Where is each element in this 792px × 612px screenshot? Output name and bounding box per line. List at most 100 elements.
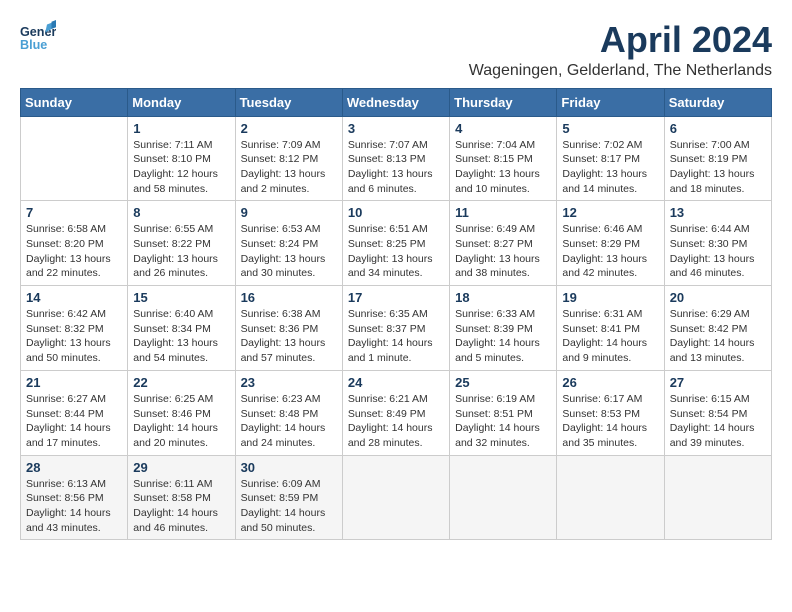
calendar-cell bbox=[557, 455, 664, 540]
day-info: Sunrise: 7:07 AMSunset: 8:13 PMDaylight:… bbox=[348, 138, 444, 197]
day-number: 10 bbox=[348, 205, 444, 220]
day-info: Sunrise: 7:02 AMSunset: 8:17 PMDaylight:… bbox=[562, 138, 658, 197]
day-info: Sunrise: 6:40 AMSunset: 8:34 PMDaylight:… bbox=[133, 307, 229, 366]
day-info: Sunrise: 6:17 AMSunset: 8:53 PMDaylight:… bbox=[562, 392, 658, 451]
day-info: Sunrise: 6:42 AMSunset: 8:32 PMDaylight:… bbox=[26, 307, 122, 366]
page-header: General Blue April 2024 Wageningen, Geld… bbox=[20, 20, 772, 80]
calendar-cell: 18 Sunrise: 6:33 AMSunset: 8:39 PMDayligh… bbox=[450, 286, 557, 371]
calendar-cell: 20Sunrise: 6:29 AMSunset: 8:42 PMDayligh… bbox=[664, 286, 771, 371]
calendar-cell: 11Sunrise: 6:49 AMSunset: 8:27 PMDayligh… bbox=[450, 201, 557, 286]
day-info: Sunrise: 6:55 AMSunset: 8:22 PMDaylight:… bbox=[133, 222, 229, 281]
day-info: Sunrise: 7:00 AMSunset: 8:19 PMDaylight:… bbox=[670, 138, 766, 197]
calendar-cell: 25 Sunrise: 6:19 AMSunset: 8:51 PMDayligh… bbox=[450, 370, 557, 455]
calendar-week-row: 28 Sunrise: 6:13 AMSunset: 8:56 PMDayligh… bbox=[21, 455, 772, 540]
day-info: Sunrise: 6:21 AMSunset: 8:49 PMDaylight:… bbox=[348, 392, 444, 451]
logo: General Blue bbox=[20, 20, 56, 56]
day-number: 9 bbox=[241, 205, 337, 220]
day-number: 23 bbox=[241, 375, 337, 390]
day-info: Sunrise: 6:51 AMSunset: 8:25 PMDaylight:… bbox=[348, 222, 444, 281]
day-info: Sunrise: 6:33 AMSunset: 8:39 PMDaylight:… bbox=[455, 307, 551, 366]
day-number: 17 bbox=[348, 290, 444, 305]
weekday-header: Monday bbox=[128, 88, 235, 116]
calendar-cell: 7 Sunrise: 6:58 AMSunset: 8:20 PMDaylight… bbox=[21, 201, 128, 286]
calendar-cell: 17 Sunrise: 6:35 AMSunset: 8:37 PMDayligh… bbox=[342, 286, 449, 371]
day-number: 13 bbox=[670, 205, 766, 220]
day-number: 4 bbox=[455, 121, 551, 136]
day-number: 20 bbox=[670, 290, 766, 305]
calendar-cell bbox=[21, 116, 128, 201]
calendar-week-row: 21 Sunrise: 6:27 AMSunset: 8:44 PMDayligh… bbox=[21, 370, 772, 455]
day-number: 8 bbox=[133, 205, 229, 220]
calendar-cell: 8 Sunrise: 6:55 AMSunset: 8:22 PMDaylight… bbox=[128, 201, 235, 286]
month-title: April 2024 bbox=[469, 20, 772, 60]
calendar-cell: 22 Sunrise: 6:25 AMSunset: 8:46 PMDayligh… bbox=[128, 370, 235, 455]
calendar-cell: 26 Sunrise: 6:17 AMSunset: 8:53 PMDayligh… bbox=[557, 370, 664, 455]
day-info: Sunrise: 6:44 AMSunset: 8:30 PMDaylight:… bbox=[670, 222, 766, 281]
day-number: 5 bbox=[562, 121, 658, 136]
calendar-cell: 12 Sunrise: 6:46 AMSunset: 8:29 PMDayligh… bbox=[557, 201, 664, 286]
calendar-cell: 9 Sunrise: 6:53 AMSunset: 8:24 PMDaylight… bbox=[235, 201, 342, 286]
day-number: 28 bbox=[26, 460, 122, 475]
logo-icon: General Blue bbox=[20, 20, 56, 56]
day-number: 25 bbox=[455, 375, 551, 390]
calendar-cell: 30Sunrise: 6:09 AMSunset: 8:59 PMDayligh… bbox=[235, 455, 342, 540]
day-info: Sunrise: 6:46 AMSunset: 8:29 PMDaylight:… bbox=[562, 222, 658, 281]
calendar-cell: 3 Sunrise: 7:07 AMSunset: 8:13 PMDaylight… bbox=[342, 116, 449, 201]
calendar-cell: 15 Sunrise: 6:40 AMSunset: 8:34 PMDayligh… bbox=[128, 286, 235, 371]
weekday-header: Sunday bbox=[21, 88, 128, 116]
day-number: 29 bbox=[133, 460, 229, 475]
calendar-cell: 27 Sunrise: 6:15 AMSunset: 8:54 PMDayligh… bbox=[664, 370, 771, 455]
calendar-cell: 14Sunrise: 6:42 AMSunset: 8:32 PMDayligh… bbox=[21, 286, 128, 371]
day-number: 26 bbox=[562, 375, 658, 390]
calendar-cell: 19Sunrise: 6:31 AMSunset: 8:41 PMDayligh… bbox=[557, 286, 664, 371]
day-number: 1 bbox=[133, 121, 229, 136]
weekday-header: Thursday bbox=[450, 88, 557, 116]
weekday-header: Tuesday bbox=[235, 88, 342, 116]
day-number: 6 bbox=[670, 121, 766, 136]
day-info: Sunrise: 6:15 AMSunset: 8:54 PMDaylight:… bbox=[670, 392, 766, 451]
day-number: 18 bbox=[455, 290, 551, 305]
title-block: April 2024 Wageningen, Gelderland, The N… bbox=[469, 20, 772, 80]
day-number: 30 bbox=[241, 460, 337, 475]
day-info: Sunrise: 6:11 AMSunset: 8:58 PMDaylight:… bbox=[133, 477, 229, 536]
day-info: Sunrise: 6:58 AMSunset: 8:20 PMDaylight:… bbox=[26, 222, 122, 281]
calendar-cell: 13 Sunrise: 6:44 AMSunset: 8:30 PMDayligh… bbox=[664, 201, 771, 286]
day-number: 22 bbox=[133, 375, 229, 390]
day-info: Sunrise: 6:38 AMSunset: 8:36 PMDaylight:… bbox=[241, 307, 337, 366]
calendar-cell: 29 Sunrise: 6:11 AMSunset: 8:58 PMDayligh… bbox=[128, 455, 235, 540]
calendar-cell: 23 Sunrise: 6:23 AMSunset: 8:48 PMDayligh… bbox=[235, 370, 342, 455]
weekday-header: Saturday bbox=[664, 88, 771, 116]
calendar-cell bbox=[664, 455, 771, 540]
day-info: Sunrise: 6:35 AMSunset: 8:37 PMDaylight:… bbox=[348, 307, 444, 366]
calendar-table: SundayMondayTuesdayWednesdayThursdayFrid… bbox=[20, 88, 772, 541]
day-info: Sunrise: 6:23 AMSunset: 8:48 PMDaylight:… bbox=[241, 392, 337, 451]
day-number: 27 bbox=[670, 375, 766, 390]
calendar-cell bbox=[450, 455, 557, 540]
calendar-week-row: 1 Sunrise: 7:11 AMSunset: 8:10 PMDaylight… bbox=[21, 116, 772, 201]
day-info: Sunrise: 6:53 AMSunset: 8:24 PMDaylight:… bbox=[241, 222, 337, 281]
day-number: 12 bbox=[562, 205, 658, 220]
calendar-cell: 10 Sunrise: 6:51 AMSunset: 8:25 PMDayligh… bbox=[342, 201, 449, 286]
calendar-cell: 28 Sunrise: 6:13 AMSunset: 8:56 PMDayligh… bbox=[21, 455, 128, 540]
day-info: Sunrise: 6:27 AMSunset: 8:44 PMDaylight:… bbox=[26, 392, 122, 451]
day-info: Sunrise: 6:13 AMSunset: 8:56 PMDaylight:… bbox=[26, 477, 122, 536]
day-number: 21 bbox=[26, 375, 122, 390]
day-number: 15 bbox=[133, 290, 229, 305]
day-info: Sunrise: 6:25 AMSunset: 8:46 PMDaylight:… bbox=[133, 392, 229, 451]
day-number: 3 bbox=[348, 121, 444, 136]
calendar-week-row: 7 Sunrise: 6:58 AMSunset: 8:20 PMDaylight… bbox=[21, 201, 772, 286]
calendar-header-row: SundayMondayTuesdayWednesdayThursdayFrid… bbox=[21, 88, 772, 116]
calendar-cell: 21 Sunrise: 6:27 AMSunset: 8:44 PMDayligh… bbox=[21, 370, 128, 455]
calendar-week-row: 14Sunrise: 6:42 AMSunset: 8:32 PMDayligh… bbox=[21, 286, 772, 371]
calendar-cell: 1 Sunrise: 7:11 AMSunset: 8:10 PMDaylight… bbox=[128, 116, 235, 201]
day-number: 7 bbox=[26, 205, 122, 220]
location: Wageningen, Gelderland, The Netherlands bbox=[469, 62, 772, 80]
svg-text:Blue: Blue bbox=[20, 38, 47, 52]
calendar-cell: 16Sunrise: 6:38 AMSunset: 8:36 PMDayligh… bbox=[235, 286, 342, 371]
day-number: 2 bbox=[241, 121, 337, 136]
weekday-header: Wednesday bbox=[342, 88, 449, 116]
calendar-cell: 2Sunrise: 7:09 AMSunset: 8:12 PMDaylight… bbox=[235, 116, 342, 201]
day-info: Sunrise: 6:19 AMSunset: 8:51 PMDaylight:… bbox=[455, 392, 551, 451]
calendar-cell: 4Sunrise: 7:04 AMSunset: 8:15 PMDaylight… bbox=[450, 116, 557, 201]
day-info: Sunrise: 7:11 AMSunset: 8:10 PMDaylight:… bbox=[133, 138, 229, 197]
